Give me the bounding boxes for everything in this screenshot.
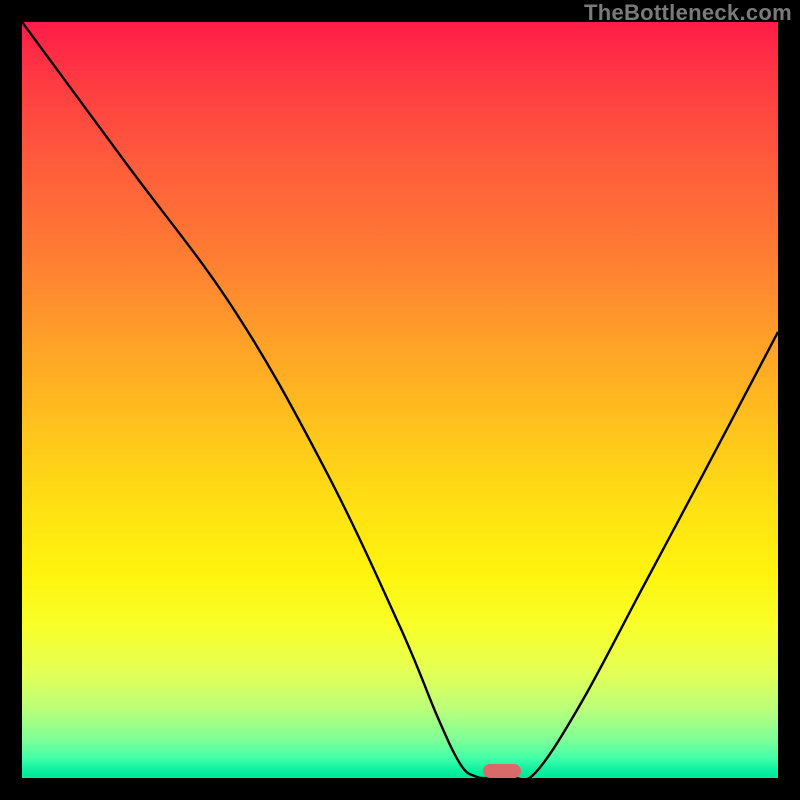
optimal-marker bbox=[483, 764, 521, 778]
watermark-text: TheBottleneck.com bbox=[584, 0, 792, 26]
plot-area bbox=[22, 22, 778, 778]
bottleneck-curve bbox=[22, 22, 778, 778]
chart-container: TheBottleneck.com bbox=[0, 0, 800, 800]
